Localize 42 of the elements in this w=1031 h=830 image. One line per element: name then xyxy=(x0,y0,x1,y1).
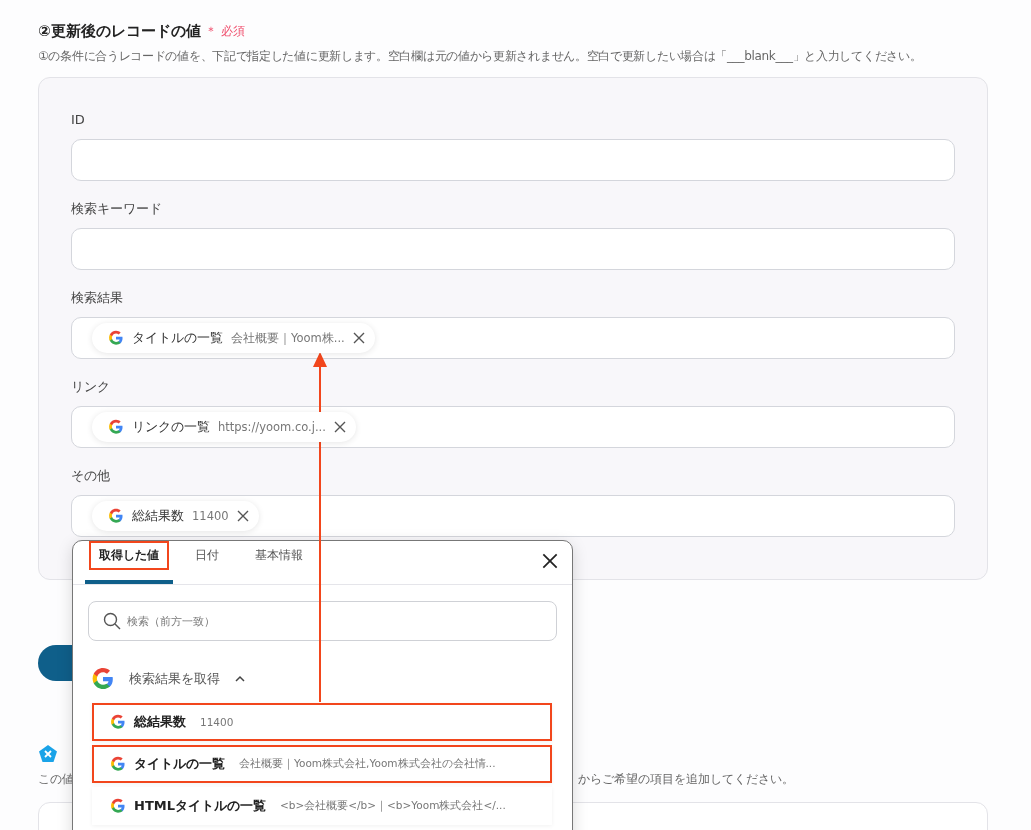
google-icon xyxy=(110,714,126,730)
field-label: その他 xyxy=(71,468,111,484)
tab[interactable]: 日付 xyxy=(181,541,233,584)
required-label: 必須 xyxy=(220,23,245,40)
value-item[interactable]: 総結果数 11400 xyxy=(92,703,552,741)
google-icon xyxy=(91,667,115,691)
google-icon xyxy=(108,330,124,346)
pentagon-icon xyxy=(38,744,58,764)
search-icon xyxy=(103,612,121,630)
value-item[interactable]: HTMLタイトルの一覧 <b>会社概要</b>｜<b>Yoom株式会社</... xyxy=(92,787,552,825)
search-field[interactable]: 検索（前方一致） xyxy=(88,601,557,641)
field-label: 検索キーワード xyxy=(71,201,163,217)
tab[interactable]: 基本情報 xyxy=(241,541,317,584)
input-field[interactable]: タイトルの一覧 会社概要｜Yoom株... xyxy=(71,317,955,359)
chip-preview: 会社概要｜Yoom株... xyxy=(231,330,345,346)
field-label: リンク xyxy=(71,379,111,395)
input-field[interactable] xyxy=(71,139,955,181)
google-icon xyxy=(108,419,124,435)
chip-label: リンクの一覧 xyxy=(132,418,210,436)
field-label: 検索結果 xyxy=(71,290,124,306)
input-field[interactable] xyxy=(71,228,955,270)
google-icon xyxy=(110,756,126,772)
required-mark: ＊ xyxy=(204,23,217,40)
section-description: ①の条件に合うレコードの値を、下記で指定した値に更新します。空白欄は元の値から更新されません。空白で更新したい場合は「___blank___」と入力してください。 xyxy=(38,48,923,65)
group-title: 検索結果を取得 xyxy=(129,670,220,688)
close-button[interactable] xyxy=(542,553,558,569)
chip-label: タイトルの一覧 xyxy=(132,329,223,347)
remove-icon[interactable] xyxy=(352,332,365,344)
field-label: ID xyxy=(71,112,86,128)
google-icon xyxy=(108,508,124,524)
value-item[interactable]: タイトルの一覧 会社概要｜Yoom株式会社,Yoom株式会社の会社情... xyxy=(92,745,552,783)
input-field[interactable]: リンクの一覧 https://yoom.co.j... xyxy=(71,406,955,448)
section-title: ②更新後のレコードの値 xyxy=(38,22,201,41)
chip-label: 総結果数 xyxy=(132,507,184,525)
chip-preview: https://yoom.co.j... xyxy=(218,420,326,434)
search-placeholder: 検索（前方一致） xyxy=(127,613,215,629)
section-description: からご希望の項目を追加してください。 xyxy=(578,771,794,788)
remove-icon[interactable] xyxy=(236,510,249,522)
chip-preview: 11400 xyxy=(192,509,229,523)
remove-icon[interactable] xyxy=(333,421,346,433)
google-icon xyxy=(110,798,126,814)
input-field[interactable]: 総結果数 11400 xyxy=(71,495,955,537)
